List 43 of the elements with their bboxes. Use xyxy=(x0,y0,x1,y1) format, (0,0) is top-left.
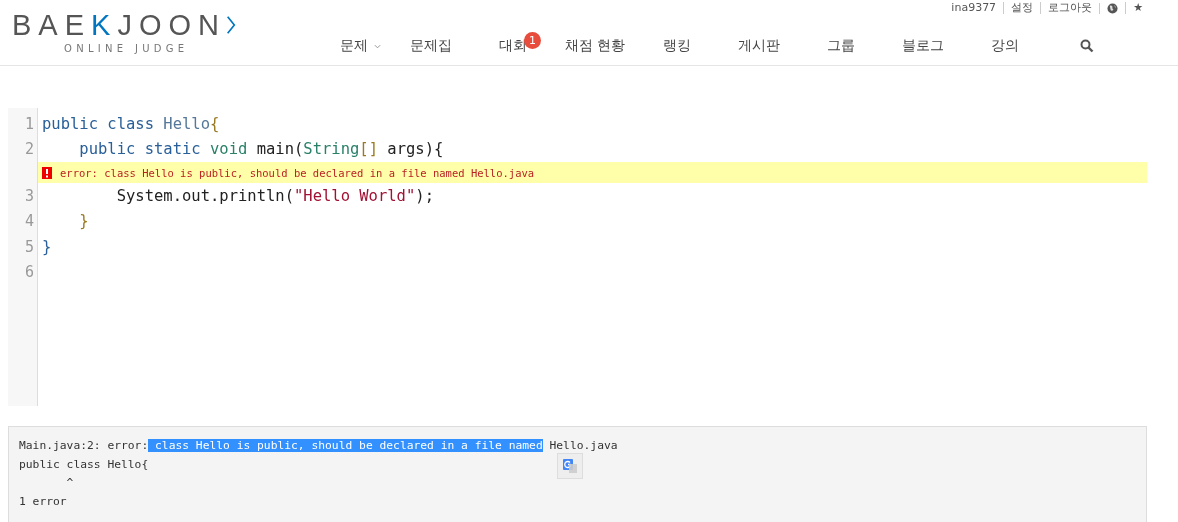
chevron-icon xyxy=(225,13,236,37)
top-link[interactable]: ina9377 xyxy=(944,2,1004,14)
top-link[interactable]: 설정 xyxy=(1003,2,1041,14)
line-number: 4 xyxy=(23,212,34,231)
code-line: public static void main(String[] args){ xyxy=(78,140,444,159)
globe-icon[interactable] xyxy=(1107,2,1119,14)
code-line: } xyxy=(42,237,52,256)
translate-icon xyxy=(562,458,578,474)
logo-subtitle: ONLINE JUDGE xyxy=(63,43,190,54)
nav-item[interactable]: 강의 xyxy=(964,35,1046,57)
top-link[interactable]: 로그아웃 xyxy=(1040,2,1100,14)
nav-item[interactable]: 그룹 xyxy=(800,35,882,57)
error-message: error: class Hello is public, should be declared in a file named Hello.java xyxy=(60,166,535,179)
logo-text: JOON xyxy=(117,10,226,40)
output-text: Hello.java xyxy=(548,439,618,452)
nav-item[interactable]: 랭킹 xyxy=(636,35,718,57)
nav-item[interactable]: 문제집 xyxy=(390,35,472,57)
output-text: 1 error xyxy=(19,494,67,508)
code-editor[interactable]: 1 public class Hello{ 2 public static void main(String[] args){ error: class Hello is public, should be declared in a file named Hello.java 3 System.out.println("Hello World"); 4 } 5 } 6 xyxy=(8,108,1147,406)
line-number: 2 xyxy=(23,140,34,159)
nav-item[interactable]: 채점 현황 xyxy=(554,35,636,57)
code-line: } xyxy=(78,212,89,231)
nav-menu-item[interactable]: 문제 xyxy=(330,35,390,57)
top-link[interactable]: ★ xyxy=(1125,2,1150,14)
code-line: System.out.println("Hello World"); xyxy=(115,186,434,205)
output-text: public class Hello{ xyxy=(19,457,149,471)
logo-accent-letter: K xyxy=(91,10,118,40)
line-number: 6 xyxy=(23,263,34,282)
notification-badge: 1 xyxy=(524,32,541,49)
line-number: 3 xyxy=(23,186,34,205)
search-icon[interactable] xyxy=(1080,39,1094,53)
output-text: ^ xyxy=(65,476,74,489)
line-number: 1 xyxy=(23,114,34,133)
output-text: Main.java:2: error: xyxy=(19,439,149,452)
nav-item[interactable]: 게시판 xyxy=(718,35,800,57)
error-icon xyxy=(42,166,52,179)
translate-button[interactable] xyxy=(557,453,583,479)
selected-text: class Hello is public, should be declared in a file named xyxy=(148,439,543,452)
nav-item[interactable]: 블로그 xyxy=(882,35,964,57)
code-line: public class Hello{ xyxy=(42,114,220,133)
caret-icon xyxy=(373,43,381,49)
line-number: 5 xyxy=(23,237,34,256)
logo-text: BAE xyxy=(12,10,92,40)
